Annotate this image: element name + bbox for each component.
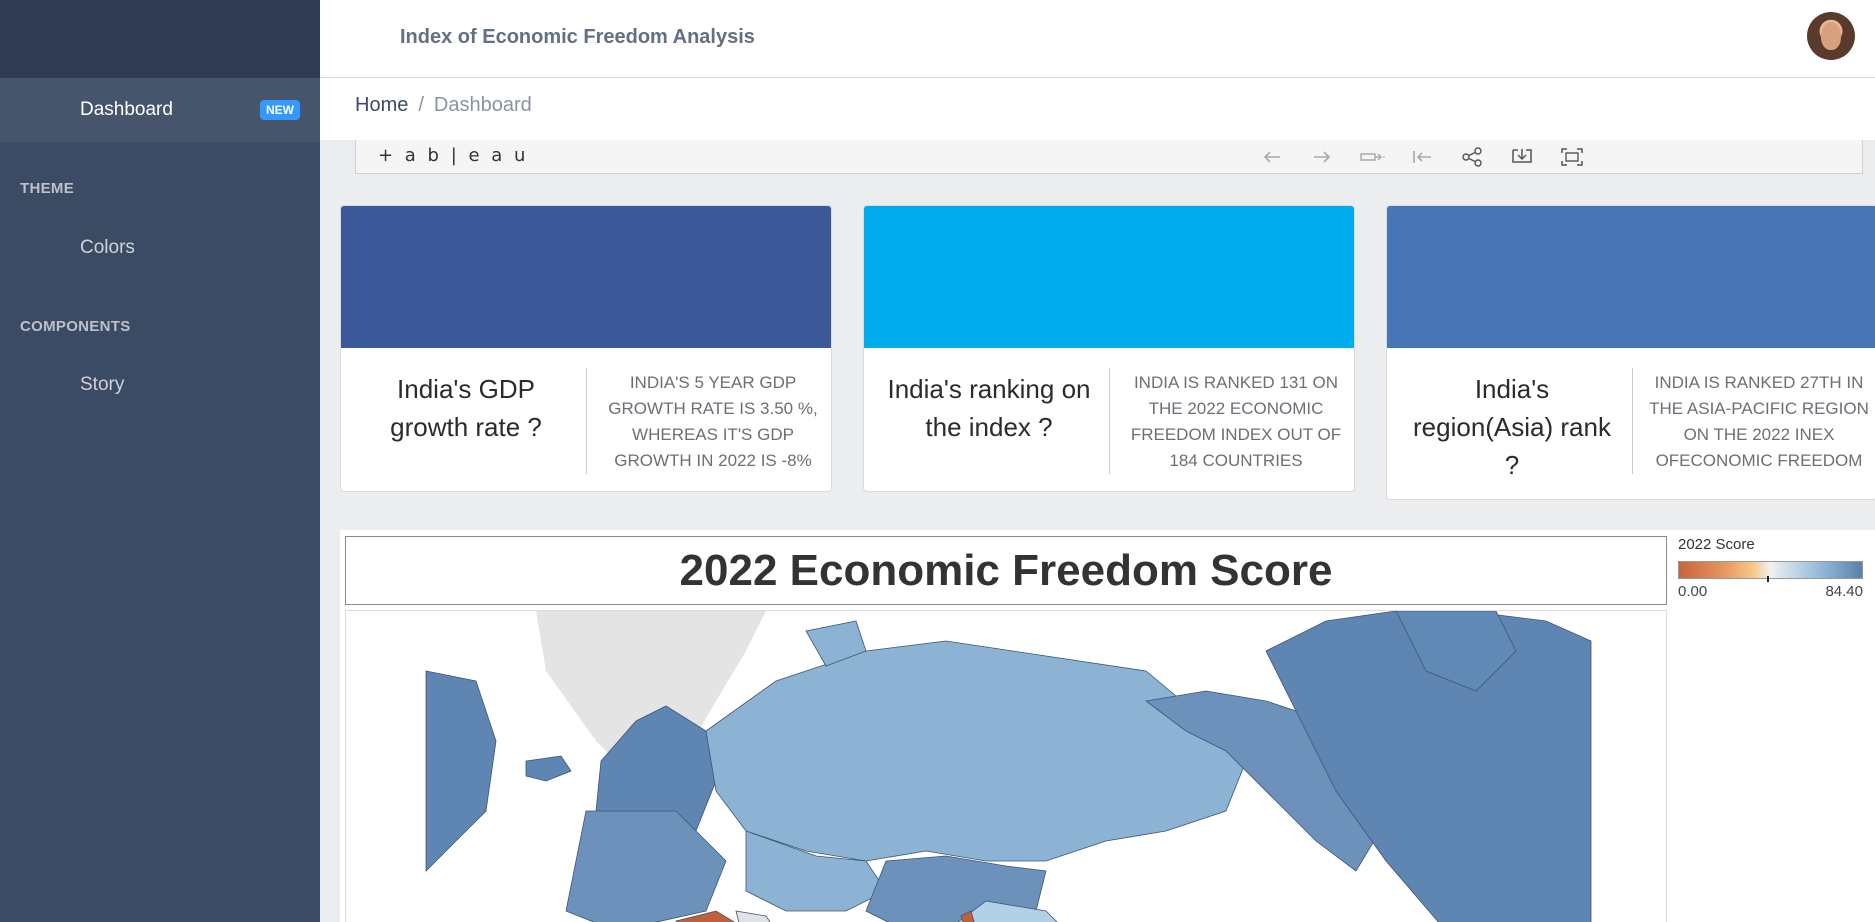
- card-answer: INDIA IS RANKED 131 ON THE 2022 ECONOMIC…: [1130, 373, 1342, 470]
- undo-icon[interactable]: [1256, 145, 1288, 169]
- legend-max: 84.40: [1825, 583, 1863, 600]
- avatar[interactable]: [1807, 12, 1855, 60]
- redo-icon[interactable]: [1306, 145, 1338, 169]
- card-question: India's GDP growth rate ?: [390, 374, 542, 442]
- revert-icon[interactable]: [1356, 145, 1388, 169]
- app-title: Index of Economic Freedom Analysis: [400, 26, 755, 48]
- card-header: [341, 206, 831, 348]
- divider: [586, 368, 587, 474]
- breadcrumb-current: Dashboard: [433, 94, 532, 116]
- card-ranking: India's ranking on the index ? INDIA IS …: [863, 205, 1355, 492]
- header-top: Index of Economic Freedom Analysis: [320, 0, 1875, 78]
- legend-color-scale: [1678, 561, 1863, 582]
- download-icon[interactable]: [1506, 145, 1538, 169]
- nav-title-components: COMPONENTS: [20, 318, 131, 335]
- card-header: [1387, 206, 1875, 348]
- legend-title: 2022 Score: [1678, 536, 1755, 553]
- breadcrumb-separator: /: [418, 94, 424, 116]
- sidebar-item-colors[interactable]: Colors: [0, 237, 320, 259]
- sidebar-brand[interactable]: [0, 0, 320, 78]
- share-icon[interactable]: [1456, 145, 1488, 169]
- card-region-rank: India's region(Asia) rank ? INDIA IS RAN…: [1386, 205, 1875, 500]
- breadcrumb: Home / Dashboard: [355, 94, 532, 117]
- tableau-toolbar: + a b | e a u: [355, 140, 1863, 174]
- card-question: India's region(Asia) rank ?: [1413, 374, 1611, 480]
- fullscreen-icon[interactable]: [1556, 145, 1588, 169]
- card-gdp-growth: India's GDP growth rate ? INDIA'S 5 YEAR…: [340, 205, 832, 492]
- sidebar: Dashboard NEW THEME Colors COMPONENTS St…: [0, 0, 320, 922]
- sidebar-item-dashboard[interactable]: Dashboard NEW: [0, 78, 320, 142]
- nav-title-theme: THEME: [20, 180, 74, 197]
- legend-min: 0.00: [1678, 583, 1708, 600]
- map-legend: 2022 Score 0.00 84.40: [1678, 536, 1873, 600]
- divider: [1632, 368, 1633, 474]
- card-answer: INDIA IS RANKED 27TH IN THE ASIA-PACIFIC…: [1649, 373, 1869, 470]
- reset-icon[interactable]: [1406, 145, 1438, 169]
- divider: [1109, 368, 1110, 474]
- sidebar-item-label: Dashboard: [80, 99, 173, 120]
- map-title: 2022 Economic Freedom Score: [345, 536, 1667, 605]
- card-question: India's ranking on the index ?: [887, 374, 1091, 442]
- world-map[interactable]: [345, 610, 1667, 922]
- breadcrumb-home[interactable]: Home: [355, 94, 408, 117]
- header: Index of Economic Freedom Analysis Home …: [320, 0, 1875, 140]
- sidebar-item-story[interactable]: Story: [0, 374, 320, 396]
- card-header: [864, 206, 1354, 348]
- map-panel: 2022 Economic Freedom Score 2022 Score 0…: [340, 530, 1875, 922]
- tableau-logo[interactable]: + a b | e a u: [378, 145, 528, 166]
- card-answer: INDIA'S 5 YEAR GDP GROWTH RATE IS 3.50 %…: [608, 373, 818, 470]
- new-badge: NEW: [260, 100, 300, 120]
